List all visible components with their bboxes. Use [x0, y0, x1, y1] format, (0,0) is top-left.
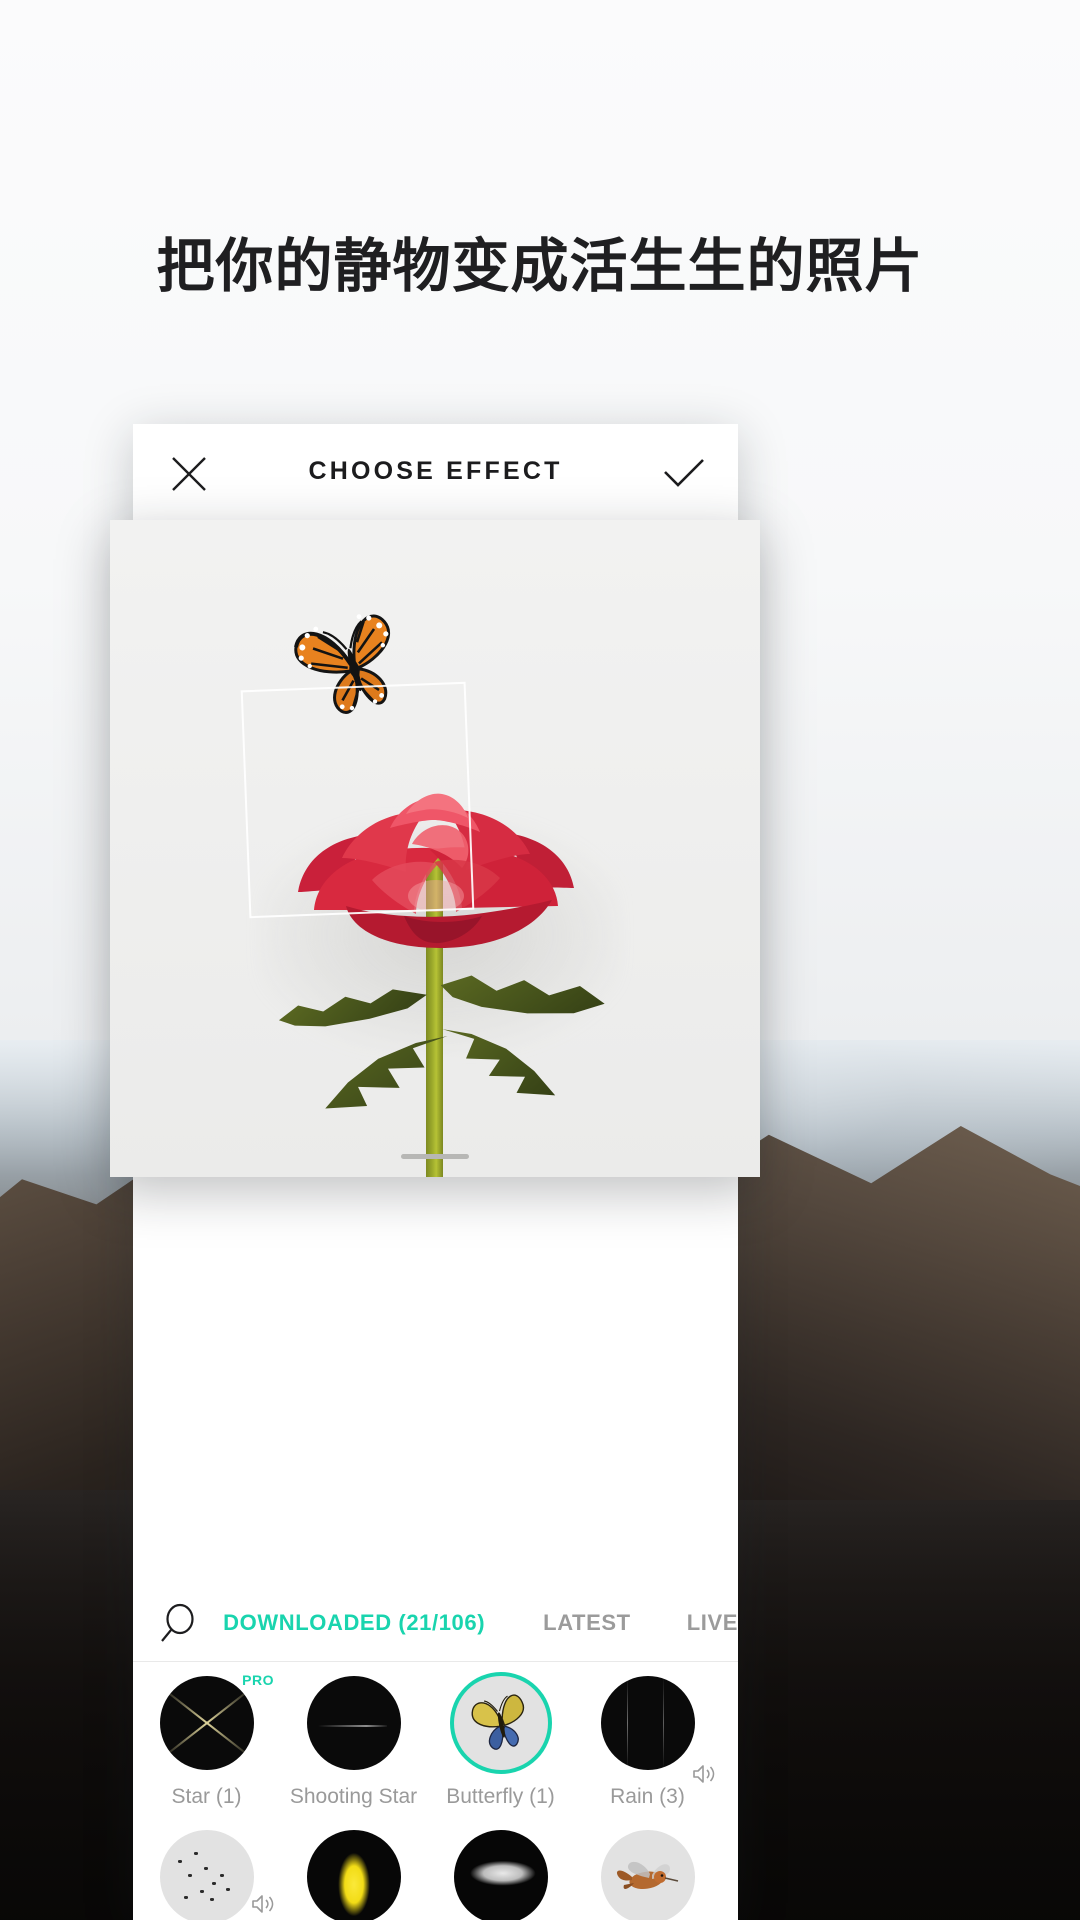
effect-label-star: Star (1): [171, 1785, 242, 1808]
effect-item-rain[interactable]: Rain (3): [574, 1676, 721, 1809]
tab-latest[interactable]: LATEST: [543, 1610, 631, 1636]
photo-preview-card[interactable]: [110, 520, 760, 1177]
close-x-icon[interactable]: [163, 448, 215, 500]
sound-icon: [691, 1761, 717, 1787]
effect-thumb-hummingbird[interactable]: [600, 1830, 695, 1920]
sound-icon: [250, 1891, 276, 1917]
pro-badge: PRO: [242, 1672, 274, 1688]
effect-thumb-fire[interactable]: [306, 1830, 401, 1920]
effect-thumb-shooting-star[interactable]: [306, 1676, 401, 1770]
effect-thumb-birds[interactable]: [159, 1830, 254, 1920]
effect-thumb-smoke[interactable]: [453, 1830, 548, 1920]
effect-placement-frame[interactable]: [240, 681, 475, 919]
effect-item-butterfly[interactable]: Butterfly (1): [427, 1676, 574, 1809]
effect-label-butterfly: Butterfly (1): [446, 1785, 555, 1808]
effect-item-shooting-star[interactable]: Shooting Star: [280, 1676, 427, 1809]
effect-label-shooting-star: Shooting Star: [289, 1785, 418, 1808]
preview-drag-handle[interactable]: [401, 1154, 469, 1159]
effect-thumb-star[interactable]: [159, 1676, 254, 1770]
effect-item-hummingbird[interactable]: [574, 1830, 721, 1920]
effects-row-1: PRO Star (1) Shooting Star Butterfly (1)…: [133, 1672, 738, 1809]
page-title: CHOOSE EFFECT: [308, 457, 563, 485]
effect-thumb-rain[interactable]: [600, 1676, 695, 1770]
photo-preview-canvas: [110, 520, 760, 1177]
effect-item-birds[interactable]: [133, 1830, 280, 1920]
checkmark-icon[interactable]: [658, 448, 710, 500]
effect-item-smoke[interactable]: [427, 1830, 574, 1920]
app-header-bar: CHOOSE EFFECT: [133, 424, 738, 519]
page-headline: 把你的静物变成活生生的照片: [156, 232, 924, 300]
effect-thumb-butterfly[interactable]: [453, 1676, 548, 1770]
tab-downloaded[interactable]: DOWNLOADED (21/106): [223, 1610, 485, 1636]
effect-item-star[interactable]: PRO Star (1): [133, 1672, 280, 1809]
effects-tab-bar: DOWNLOADED (21/106) LATEST LIVE: [133, 1584, 738, 1662]
effect-item-fire[interactable]: [280, 1830, 427, 1920]
tab-live[interactable]: LIVE: [687, 1610, 738, 1636]
search-icon[interactable]: [133, 1584, 223, 1662]
effects-row-2: [133, 1830, 738, 1920]
effect-label-rain: Rain (3): [610, 1785, 685, 1808]
effects-grid: PRO Star (1) Shooting Star Butterfly (1)…: [133, 1662, 738, 1920]
